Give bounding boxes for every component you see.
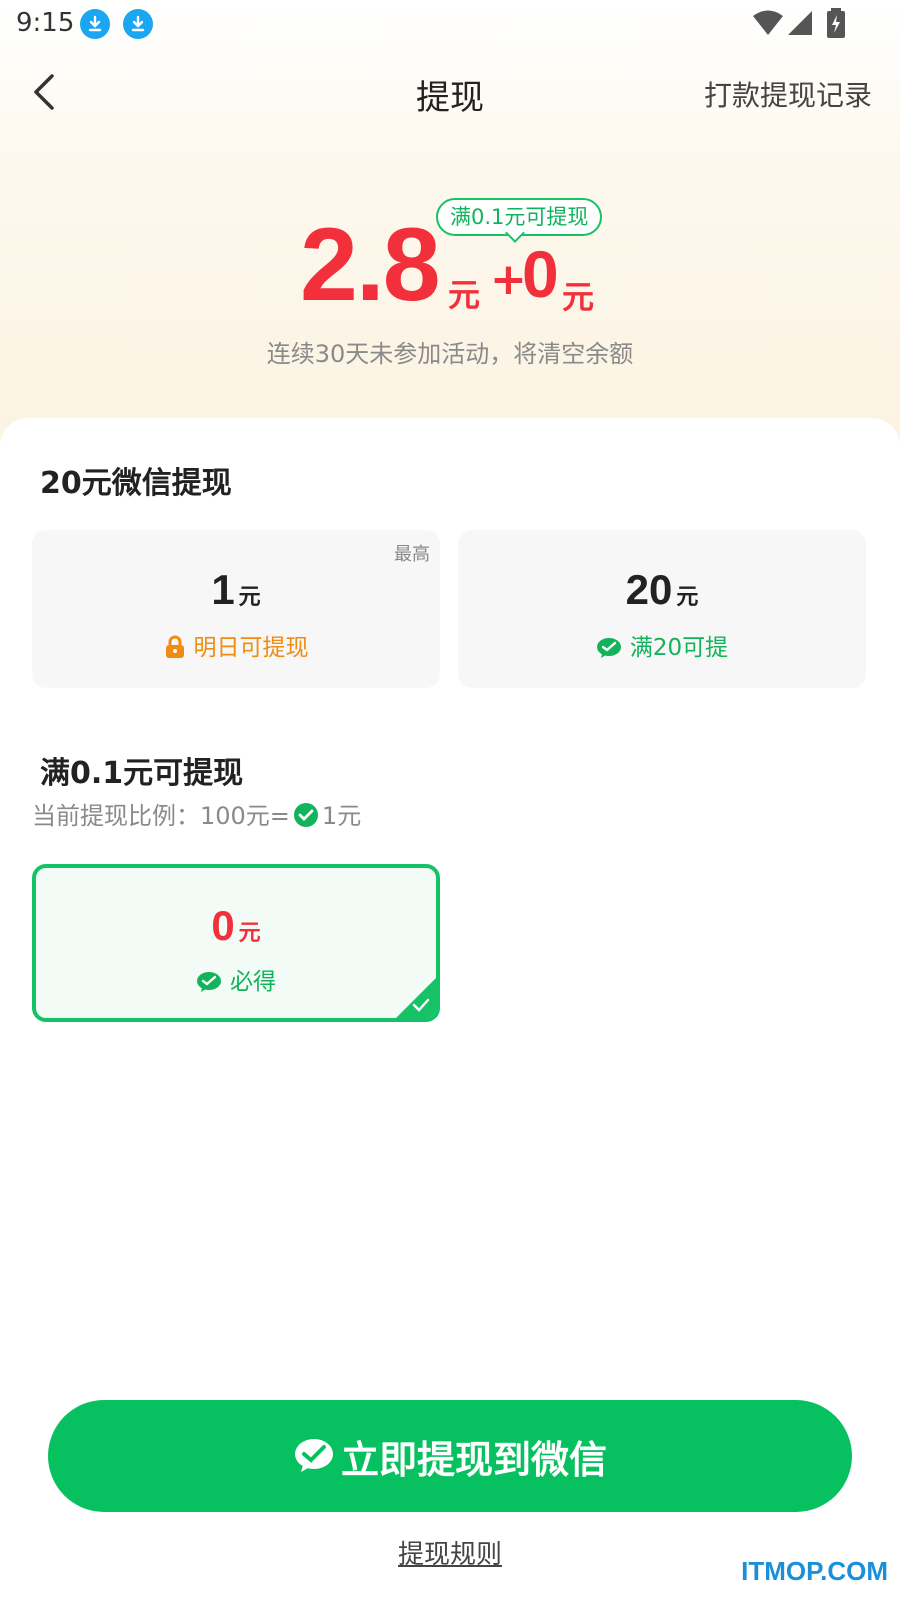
selected-status: 必得 — [230, 969, 276, 995]
ratio-prefix: 当前提现比例：100元= — [32, 802, 290, 830]
option-corner-label: 最高 — [394, 544, 430, 565]
option-20-yuan[interactable]: 20 元 满20可提 — [458, 530, 866, 688]
balance-amount: 2.8 — [300, 207, 441, 323]
download-icon — [123, 9, 153, 39]
extra-amount: 0 — [522, 237, 559, 311]
wechat-icon — [197, 972, 221, 992]
check-icon — [412, 998, 430, 1012]
exchange-ratio: 当前提现比例：100元= 1元 — [32, 796, 361, 831]
wifi-icon — [753, 10, 783, 35]
selected-unit: 元 — [238, 921, 261, 946]
status-bar: 9:15 — [0, 0, 900, 48]
option-status: 明日可提现 — [193, 635, 309, 661]
balance-warning: 连续30天未参加活动，将清空余额 — [266, 340, 634, 368]
selected-amount: 0 — [211, 902, 235, 949]
section-title-wechat-20: 20元微信提现 — [40, 466, 232, 501]
download-icon — [80, 9, 110, 39]
option-amount: 1 — [211, 566, 235, 613]
wechat-pay-icon — [293, 803, 318, 827]
withdraw-to-wechat-button[interactable]: 立即提现到微信 — [48, 1400, 852, 1512]
wechat-pay-icon — [294, 1439, 333, 1472]
balance-unit: 元 — [448, 276, 481, 314]
signal-icon — [788, 11, 812, 35]
ratio-suffix: 1元 — [321, 802, 362, 830]
option-1-yuan[interactable]: 最高 1元 明日可提现 — [32, 530, 440, 688]
cta-label: 立即提现到微信 — [340, 1437, 607, 1482]
status-time: 9:15 — [16, 8, 75, 38]
withdraw-record-link[interactable]: 打款提现记录 — [704, 74, 872, 114]
option-amount: 20 — [625, 566, 673, 613]
option-unit: 元 — [676, 585, 699, 610]
selected-option-0-yuan[interactable]: 0元 必得 — [32, 864, 440, 1022]
section-title-min-withdraw: 满0.1元可提现 — [40, 756, 244, 791]
lock-icon — [165, 635, 184, 658]
battery-charging-icon — [827, 8, 845, 38]
option-status: 满20可提 — [629, 635, 729, 661]
watermark: ITMOP.COM — [741, 1556, 888, 1586]
wechat-icon — [596, 638, 621, 658]
extra-unit: 元 — [562, 278, 595, 316]
option-unit: 元 — [238, 585, 261, 610]
